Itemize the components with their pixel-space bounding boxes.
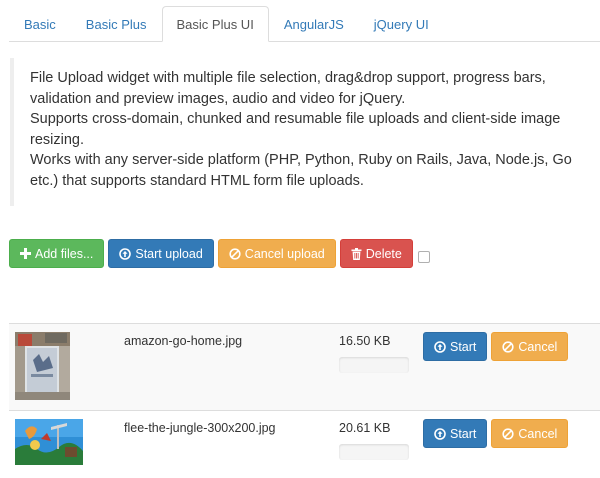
- tab-basic-plus-ui[interactable]: Basic Plus UI: [161, 6, 269, 42]
- tab-angularjs[interactable]: AngularJS: [269, 6, 359, 42]
- trash-icon: [351, 247, 362, 260]
- file-progress-bar: [339, 357, 409, 373]
- file-name: flee-the-jungle-300x200.jpg: [124, 421, 276, 435]
- cancel-label: Cancel: [518, 339, 558, 354]
- tab-basic-plus[interactable]: Basic Plus: [71, 6, 162, 42]
- start-label: Start: [450, 426, 477, 441]
- ban-circle-icon: [502, 340, 515, 353]
- description-blockquote: File Upload widget with multiple file se…: [10, 58, 600, 206]
- select-all-checkbox[interactable]: [417, 250, 430, 263]
- cancel-upload-label: Cancel upload: [244, 246, 325, 261]
- tab-jquery-ui[interactable]: jQuery UI: [359, 6, 444, 42]
- cancel-label: Cancel: [518, 426, 558, 441]
- file-size: 16.50 KB: [339, 334, 391, 348]
- plus-icon: [20, 248, 31, 259]
- demo-tabs: Basic Basic Plus Basic Plus UI AngularJS…: [9, 6, 600, 42]
- file-size: 20.61 KB: [339, 421, 391, 435]
- file-upload-page: Basic Basic Plus Basic Plus UI AngularJS…: [0, 0, 600, 478]
- table-row: amazon-go-home.jpg 16.50 KB Start Cancel: [9, 323, 600, 410]
- file-progress-bar: [339, 444, 409, 460]
- circle-arrow-up-icon: [434, 427, 446, 440]
- row-actions: Start Cancel: [423, 332, 572, 361]
- tab-basic[interactable]: Basic: [9, 6, 71, 42]
- start-label: Start: [450, 339, 477, 354]
- row-actions: Start Cancel: [423, 419, 572, 448]
- files-table: amazon-go-home.jpg 16.50 KB Start Cancel: [9, 323, 600, 478]
- description-line-2: Supports cross-domain, chunked and resum…: [30, 111, 561, 148]
- ban-circle-icon: [229, 247, 241, 260]
- cancel-button[interactable]: Cancel: [491, 419, 569, 448]
- add-files-button[interactable]: Add files...: [9, 239, 105, 268]
- start-button[interactable]: Start: [423, 332, 488, 361]
- delete-label: Delete: [365, 246, 402, 261]
- add-files-label: Add files...: [35, 246, 94, 261]
- upload-toolbar: Add files... Start upload Cancel upload …: [9, 239, 430, 268]
- ban-circle-icon: [502, 427, 515, 440]
- table-row: flee-the-jungle-300x200.jpg 20.61 KB Sta…: [9, 410, 600, 478]
- delete-button[interactable]: Delete: [339, 239, 413, 268]
- start-upload-label: Start upload: [135, 246, 203, 261]
- start-upload-button[interactable]: Start upload: [108, 239, 214, 268]
- file-name: amazon-go-home.jpg: [124, 334, 243, 348]
- file-preview-image: [15, 332, 70, 405]
- cancel-button[interactable]: Cancel: [491, 332, 569, 361]
- circle-arrow-up-icon: [434, 340, 446, 353]
- cancel-upload-button[interactable]: Cancel upload: [217, 239, 336, 268]
- circle-arrow-up-icon: [119, 247, 132, 260]
- file-preview-image: [15, 419, 83, 470]
- description-line-1: File Upload widget with multiple file se…: [30, 70, 546, 107]
- description-line-3: Works with any server-side platform (PHP…: [30, 152, 572, 189]
- start-button[interactable]: Start: [423, 419, 488, 448]
